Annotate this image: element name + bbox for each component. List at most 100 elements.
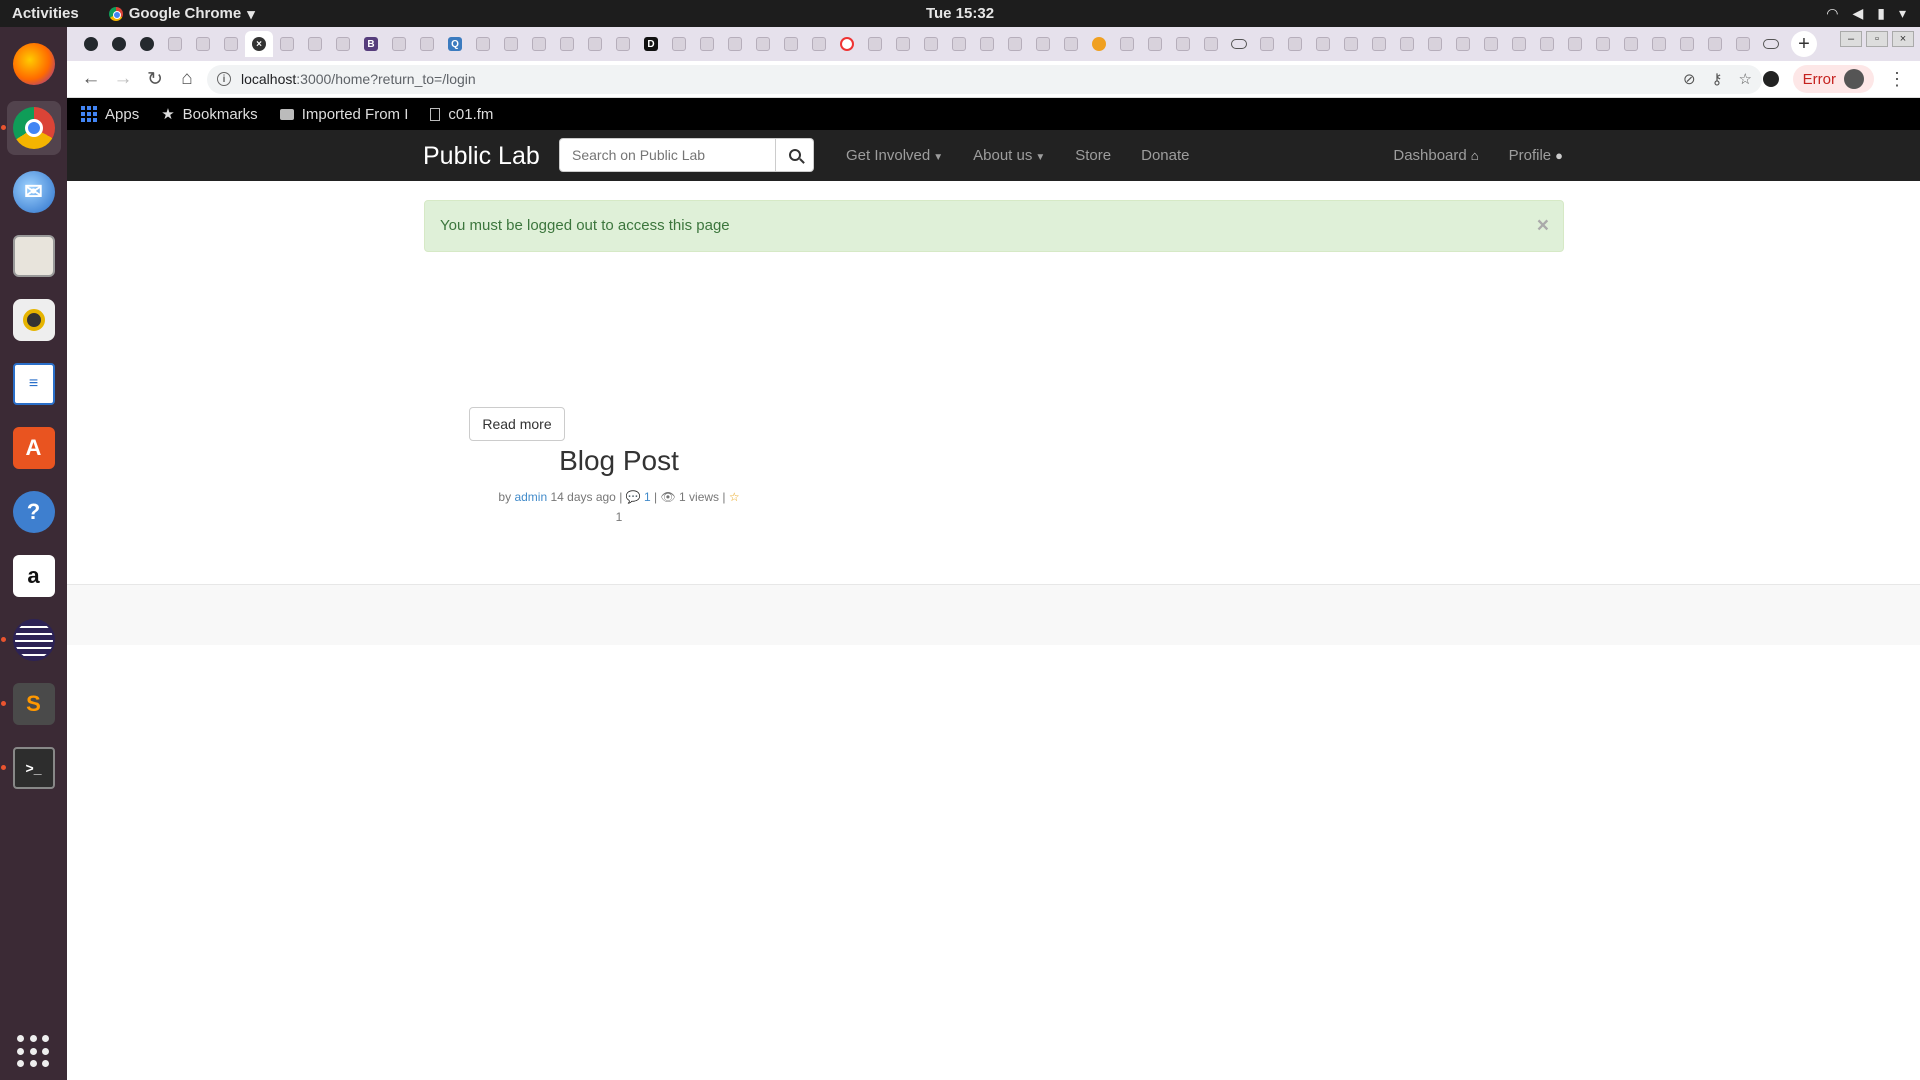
- tab[interactable]: [1365, 31, 1393, 57]
- show-applications-icon[interactable]: [17, 1035, 50, 1068]
- dock-firefox[interactable]: [7, 37, 61, 91]
- tab[interactable]: [1197, 31, 1225, 57]
- tab[interactable]: B: [357, 31, 385, 57]
- tab[interactable]: [1169, 31, 1197, 57]
- dock-thunderbird[interactable]: ✉: [7, 165, 61, 219]
- key-icon[interactable]: ⚷: [1712, 70, 1723, 88]
- tab[interactable]: [1673, 31, 1701, 57]
- dock-writer[interactable]: ≡: [7, 357, 61, 411]
- tab[interactable]: [385, 31, 413, 57]
- cookie-blocked-icon[interactable]: ⊘: [1683, 70, 1696, 88]
- tab[interactable]: [721, 31, 749, 57]
- extension-icon[interactable]: [1762, 71, 1779, 87]
- nav-donate[interactable]: Donate: [1141, 147, 1189, 164]
- tab[interactable]: Q: [441, 31, 469, 57]
- tab[interactable]: [945, 31, 973, 57]
- dock-eclipse[interactable]: [0, 613, 61, 667]
- tab[interactable]: [1281, 31, 1309, 57]
- tab[interactable]: [469, 31, 497, 57]
- app-menu[interactable]: Google Chrome ▾: [108, 5, 255, 23]
- menu-icon[interactable]: ⋮: [1888, 69, 1906, 90]
- tab[interactable]: [1393, 31, 1421, 57]
- tab[interactable]: [889, 31, 917, 57]
- tab[interactable]: [1001, 31, 1029, 57]
- tab[interactable]: [497, 31, 525, 57]
- tab[interactable]: [777, 31, 805, 57]
- back-button[interactable]: ←: [75, 63, 107, 95]
- dock-sublime[interactable]: S: [0, 677, 61, 731]
- tab[interactable]: [329, 31, 357, 57]
- nav-profile[interactable]: Profile ●: [1509, 147, 1563, 164]
- tab[interactable]: [609, 31, 637, 57]
- nav-get-involved[interactable]: Get Involved ▼: [846, 147, 943, 164]
- tab[interactable]: [665, 31, 693, 57]
- bookmark-apps[interactable]: Apps: [81, 106, 139, 123]
- new-tab-button[interactable]: +: [1791, 31, 1817, 57]
- address-bar[interactable]: i localhost:3000/home?return_to=/login ⊘…: [207, 64, 1762, 94]
- profile-error-button[interactable]: Error: [1792, 65, 1874, 93]
- tab[interactable]: [861, 31, 889, 57]
- tab[interactable]: [77, 31, 105, 57]
- tab[interactable]: [525, 31, 553, 57]
- search-input[interactable]: [559, 138, 776, 172]
- tab-active[interactable]: ×: [245, 31, 273, 57]
- tab[interactable]: [553, 31, 581, 57]
- tab[interactable]: [1421, 31, 1449, 57]
- tab[interactable]: [1477, 31, 1505, 57]
- dock-amazon[interactable]: a: [7, 549, 61, 603]
- tab[interactable]: [581, 31, 609, 57]
- dock-chrome[interactable]: [0, 101, 61, 155]
- tab[interactable]: [1589, 31, 1617, 57]
- read-more-button[interactable]: Read more: [469, 407, 565, 441]
- nav-store[interactable]: Store: [1075, 147, 1111, 164]
- star-icon[interactable]: ☆: [729, 490, 740, 504]
- site-brand[interactable]: Public Lab: [423, 142, 540, 171]
- forward-button[interactable]: →: [107, 63, 139, 95]
- tab[interactable]: [693, 31, 721, 57]
- dock-files[interactable]: [7, 229, 61, 283]
- tab[interactable]: [805, 31, 833, 57]
- tab[interactable]: [1533, 31, 1561, 57]
- dock-software[interactable]: A: [7, 421, 61, 475]
- tab[interactable]: [1057, 31, 1085, 57]
- tab[interactable]: [273, 31, 301, 57]
- search-button[interactable]: [776, 138, 814, 172]
- close-icon[interactable]: ×: [1537, 214, 1549, 238]
- nav-dashboard[interactable]: Dashboard ⌂: [1393, 147, 1478, 164]
- tab[interactable]: [161, 31, 189, 57]
- tab[interactable]: [1085, 31, 1113, 57]
- tab[interactable]: [1645, 31, 1673, 57]
- clock[interactable]: Tue 15:32: [926, 5, 994, 22]
- tab[interactable]: [1729, 31, 1757, 57]
- tab[interactable]: [1757, 31, 1785, 57]
- bookmark-bookmarks[interactable]: ★ Bookmarks: [161, 105, 257, 124]
- maximize-button[interactable]: ▫: [1866, 31, 1888, 47]
- tab[interactable]: [917, 31, 945, 57]
- info-icon[interactable]: i: [217, 72, 231, 86]
- star-icon[interactable]: ☆: [1739, 70, 1752, 88]
- close-icon[interactable]: ×: [252, 37, 266, 51]
- tab[interactable]: [1225, 31, 1253, 57]
- nav-about-us[interactable]: About us ▼: [973, 147, 1045, 164]
- activities-button[interactable]: Activities: [0, 5, 79, 22]
- bookmark-imported[interactable]: Imported From I: [279, 106, 408, 123]
- tab[interactable]: [105, 31, 133, 57]
- tab[interactable]: [1701, 31, 1729, 57]
- tab[interactable]: [189, 31, 217, 57]
- tab[interactable]: D: [637, 31, 665, 57]
- tab[interactable]: [217, 31, 245, 57]
- minimize-button[interactable]: –: [1840, 31, 1862, 47]
- comments-count[interactable]: 1: [644, 490, 651, 504]
- home-button[interactable]: ⌂: [171, 63, 203, 95]
- dock-rhythmbox[interactable]: [7, 293, 61, 347]
- tab[interactable]: [301, 31, 329, 57]
- tab[interactable]: [1141, 31, 1169, 57]
- author-link[interactable]: admin: [514, 490, 547, 504]
- tab[interactable]: [1113, 31, 1141, 57]
- tab[interactable]: [973, 31, 1001, 57]
- tab[interactable]: [1617, 31, 1645, 57]
- tab[interactable]: [833, 31, 861, 57]
- bookmark-c01fm[interactable]: c01.fm: [430, 106, 493, 123]
- tab[interactable]: [749, 31, 777, 57]
- tab[interactable]: [1337, 31, 1365, 57]
